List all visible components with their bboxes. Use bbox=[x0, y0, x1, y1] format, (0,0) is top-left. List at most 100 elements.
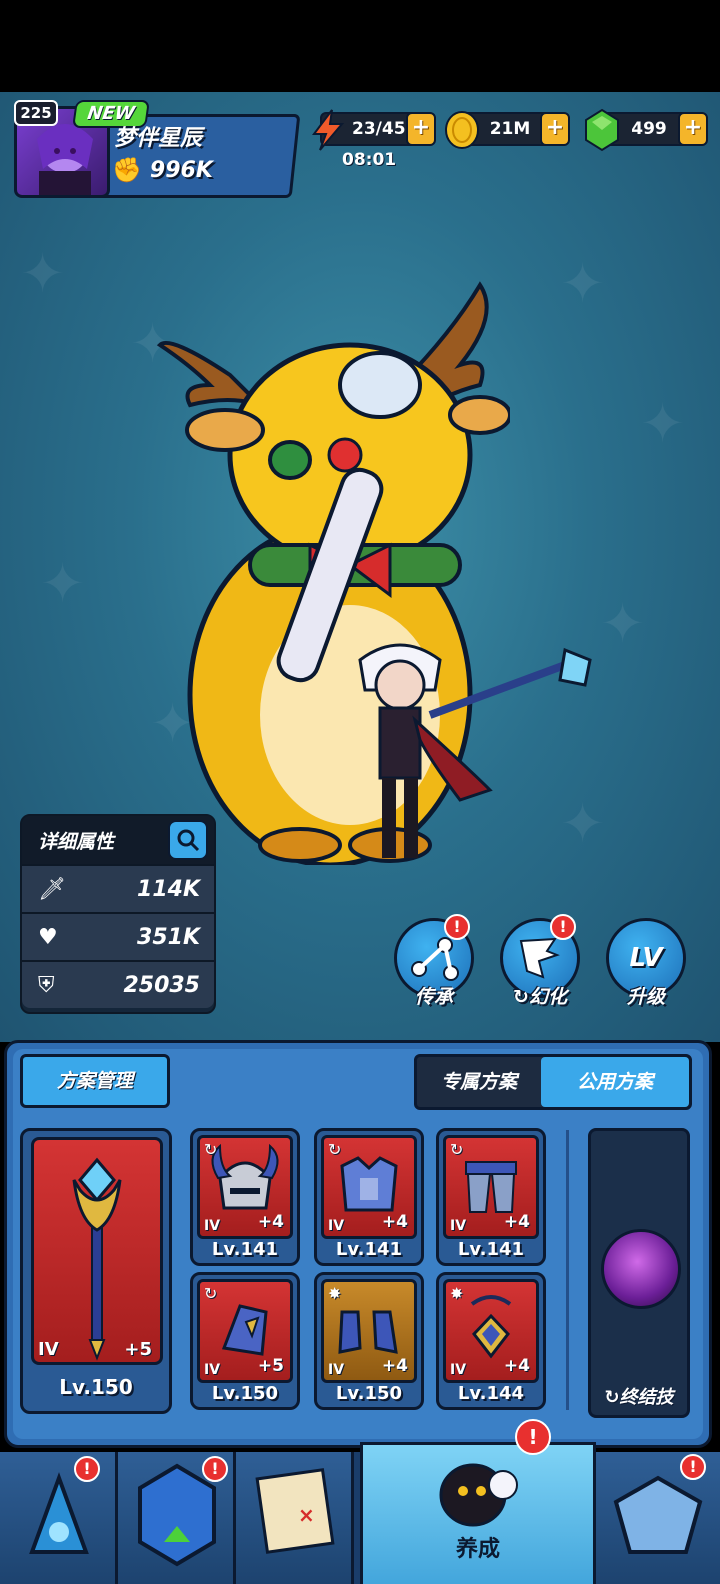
status-bar-area bbox=[0, 0, 720, 92]
stamina-timer: 08:01 bbox=[342, 150, 397, 170]
transform-label-text: 幻化 bbox=[528, 986, 567, 1008]
gold-coin-icon bbox=[445, 111, 479, 149]
equip-slot-gauntlet[interactable]: ↻ IV +5 Lv.150 bbox=[190, 1272, 300, 1410]
hero-character[interactable] bbox=[340, 630, 600, 870]
equip-tier: IV bbox=[450, 1362, 467, 1378]
weapon-frame: IV +5 bbox=[31, 1137, 163, 1365]
player-profile[interactable]: 225 NEW 梦伴星辰 ✊ 996K bbox=[14, 100, 301, 198]
gold-value: 21M bbox=[489, 119, 531, 139]
equip-level: Lv.141 bbox=[335, 1239, 403, 1260]
nav-alert-badge: ! bbox=[202, 1456, 228, 1482]
equip-plus: +4 bbox=[503, 1212, 530, 1232]
bg-pattern-icon: ✦ bbox=[600, 592, 646, 655]
nav-label-develop: 养成 bbox=[455, 1537, 500, 1562]
equip-tier: IV bbox=[204, 1218, 221, 1234]
stamina-value: 23/45 bbox=[352, 119, 406, 139]
bg-pattern-icon: ✦ bbox=[640, 392, 686, 455]
tab-exclusive-plan[interactable]: 专属方案 bbox=[417, 1057, 541, 1107]
equip-level: Lv.141 bbox=[211, 1239, 279, 1260]
equip-level: Lv.141 bbox=[457, 1239, 525, 1260]
bg-pattern-icon: ✦ bbox=[560, 252, 606, 315]
equip-level: Lv.150 bbox=[335, 1383, 403, 1404]
ultimate-label: ↻终结技 bbox=[591, 1383, 687, 1409]
weapon-level: Lv.150 bbox=[59, 1375, 133, 1399]
stats-title: 详细属性 bbox=[38, 830, 115, 853]
nav-item-battle[interactable]: ! bbox=[0, 1452, 118, 1584]
transform-alert-badge: ! bbox=[550, 914, 576, 940]
detail-search-button[interactable] bbox=[168, 820, 208, 860]
hero-pet-icon bbox=[439, 1463, 518, 1527]
inherit-button[interactable]: ! 传承 bbox=[392, 914, 476, 1010]
equip-frame: ↻ IV +5 bbox=[197, 1279, 293, 1383]
player-level-badge: 225 bbox=[14, 100, 58, 126]
equip-frame: ✸ IV +4 bbox=[321, 1279, 417, 1383]
attack-stat-row: 🗡 114K bbox=[22, 864, 214, 912]
nav-alert-badge: ! bbox=[680, 1454, 706, 1480]
equip-slot-helmet[interactable]: ↻ IV +4 Lv.141 bbox=[190, 1128, 300, 1266]
bg-pattern-icon: ✦ bbox=[20, 242, 66, 305]
equip-frame: ↻ IV +4 bbox=[197, 1135, 293, 1239]
staff-weapon-icon bbox=[72, 1157, 122, 1361]
nav-item-develop[interactable]: ! 养成 bbox=[360, 1419, 596, 1584]
shield-icon: ⛨ bbox=[38, 972, 55, 998]
ultimate-label-text: 终结技 bbox=[619, 1387, 674, 1408]
svg-text:×: × bbox=[298, 1503, 315, 1527]
nav-alert-badge: ! bbox=[74, 1456, 100, 1482]
refresh-icon: ↻ bbox=[513, 986, 529, 1008]
add-gold-button[interactable]: + bbox=[540, 112, 570, 146]
transform-label: ↻幻化 bbox=[498, 982, 582, 1009]
equip-slot-amulet[interactable]: ✸ IV +4 Lv.144 bbox=[436, 1272, 546, 1410]
equip-plus: +4 bbox=[503, 1356, 530, 1376]
lightning-icon bbox=[312, 109, 345, 151]
upgrade-button[interactable]: LV 升级 bbox=[604, 918, 688, 1010]
equip-slot-chest[interactable]: ↻ IV +4 Lv.141 bbox=[314, 1128, 424, 1266]
tab-shared-plan[interactable]: 公用方案 bbox=[541, 1057, 689, 1107]
hp-value: 351K bbox=[137, 924, 200, 950]
nav-item-home[interactable]: ! bbox=[596, 1452, 720, 1584]
equip-slot-legs[interactable]: ↻ IV +4 Lv.141 bbox=[436, 1128, 546, 1266]
crystal-tower-icon bbox=[29, 1472, 89, 1554]
gold-counter: 21M + bbox=[445, 111, 570, 149]
ultimate-skill-slot[interactable]: ↻终结技 bbox=[588, 1128, 690, 1418]
equip-slot-boots[interactable]: ✸ IV +4 Lv.150 bbox=[314, 1272, 424, 1410]
transform-button[interactable]: ! ↻幻化 bbox=[498, 914, 582, 1010]
power-display: ✊ 996K bbox=[112, 156, 213, 184]
equip-frame: ↻ IV +4 bbox=[443, 1135, 539, 1239]
green-gem-icon bbox=[585, 108, 619, 152]
equip-plus: +4 bbox=[257, 1212, 284, 1232]
stamina-counter: 23/45 + bbox=[312, 109, 436, 151]
hp-stat-row: ♥ 351K bbox=[22, 912, 214, 960]
refresh-icon: ↻ bbox=[204, 1140, 218, 1159]
equip-tier: IV bbox=[204, 1362, 221, 1378]
add-gems-button[interactable]: + bbox=[678, 112, 708, 146]
fist-icon: ✊ bbox=[112, 156, 142, 184]
bg-pattern-icon: ✦ bbox=[40, 552, 86, 615]
equip-plus: +4 bbox=[381, 1212, 408, 1232]
stats-panel: 详细属性 🗡 114K ♥ 351K ⛨ 25035 bbox=[20, 814, 216, 1014]
add-stamina-button[interactable]: + bbox=[406, 112, 436, 146]
refresh-icon: ↻ bbox=[450, 1140, 464, 1159]
equip-plus: +5 bbox=[257, 1356, 284, 1376]
equip-tier: IV bbox=[328, 1218, 345, 1234]
equip-tier: IV bbox=[328, 1362, 345, 1378]
nav-alert-badge: ! bbox=[515, 1419, 551, 1455]
weapon-plus: +5 bbox=[124, 1339, 152, 1360]
plan-tabs: 专属方案 公用方案 bbox=[414, 1054, 692, 1110]
heart-icon: ♥ bbox=[38, 924, 58, 950]
loadout-divider bbox=[566, 1130, 569, 1410]
equip-level: Lv.150 bbox=[211, 1383, 279, 1404]
gem-value: 499 bbox=[631, 119, 667, 139]
nav-item-upgrade[interactable]: ! bbox=[118, 1452, 236, 1584]
refresh-icon: ↻ bbox=[204, 1284, 218, 1303]
nav-item-map[interactable]: × bbox=[236, 1452, 354, 1584]
plan-manage-button[interactable]: 方案管理 bbox=[20, 1054, 170, 1108]
equip-tier: IV bbox=[450, 1218, 467, 1234]
equip-frame: ↻ IV +4 bbox=[321, 1135, 417, 1239]
weapon-tier: IV bbox=[38, 1339, 59, 1360]
weapon-slot[interactable]: IV +5 Lv.150 bbox=[20, 1128, 172, 1414]
search-icon bbox=[177, 829, 200, 852]
upgrade-label: 升级 bbox=[626, 986, 665, 1008]
power-value: 996K bbox=[149, 157, 213, 183]
inherit-label: 传承 bbox=[414, 986, 453, 1008]
inherit-alert-badge: ! bbox=[444, 914, 470, 940]
